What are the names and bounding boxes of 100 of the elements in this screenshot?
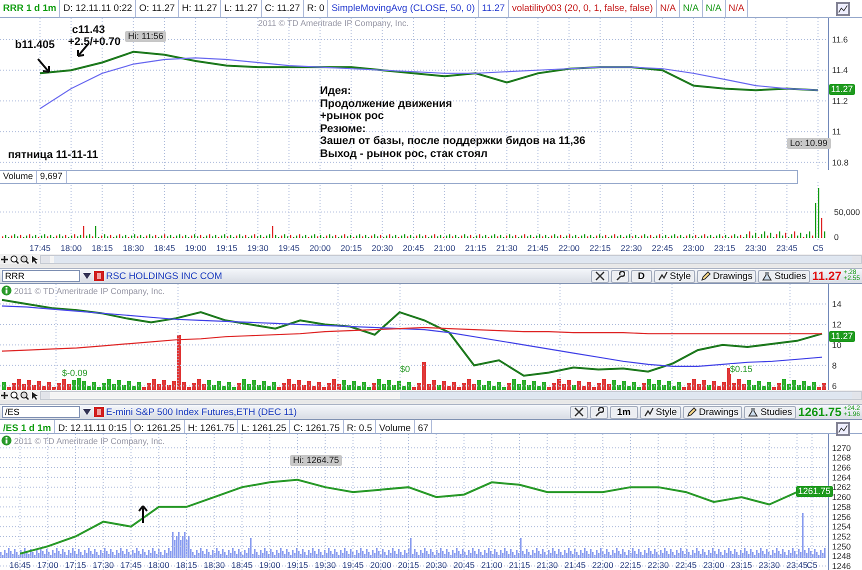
axis-label: 11 — [832, 126, 841, 137]
time-label: 17:45 — [29, 243, 51, 253]
quote-field: O: 11.27 — [136, 0, 179, 17]
axis-label: 1250 — [832, 541, 851, 552]
axis-label: 10.8 — [832, 157, 849, 168]
price-annotation: b11.405 — [15, 39, 55, 51]
settings-button[interactable] — [610, 270, 629, 282]
copyright-text: 2011 © TD Ameritrade IP Company, Inc. — [14, 286, 165, 296]
time-label: 19:45 — [342, 560, 364, 570]
axis-label: 1264 — [832, 472, 851, 482]
chart-symbol-label: /ES 1 d 1m — [0, 420, 56, 433]
period-button[interactable]: 1m — [610, 406, 638, 418]
zoom-in-icon[interactable] — [10, 390, 19, 400]
chart-icon — [658, 271, 668, 281]
scissors-icon — [594, 271, 605, 281]
axis-label: 1262 — [832, 482, 851, 492]
time-label: 18:30 — [204, 560, 225, 570]
info-icon — [1, 285, 12, 296]
axis-label: 11.6 — [832, 34, 848, 44]
toolbar-button[interactable]: Style — [640, 406, 681, 418]
quote-field: 67 — [414, 420, 432, 433]
axis-label: 50,000 — [834, 207, 860, 217]
instrument-name-link[interactable]: E-mini S&P 500 Index Futures,ETH (DEC 11) — [106, 406, 297, 418]
copyright-text: 2011 © TD Ameritrade IP Company, Inc. — [258, 18, 409, 28]
symbol-field[interactable]: RRR — [2, 270, 80, 282]
note-text: Идея: — [320, 85, 352, 98]
zoom-out-icon[interactable] — [20, 390, 29, 400]
settings-button[interactable] — [590, 406, 608, 418]
study-label: volatility003 (20, 0, 1, false, false) — [508, 0, 657, 17]
axis-label: 1248 — [832, 551, 851, 562]
volume-label: Volume — [0, 171, 38, 183]
study-label: N/A — [680, 0, 703, 17]
toolbar-button[interactable]: Studies — [744, 406, 796, 418]
time-label: 23:00 — [682, 243, 704, 253]
arrow-icon — [138, 504, 148, 524]
time-label: 22:45 — [652, 243, 674, 253]
zoom-out-icon[interactable] — [20, 254, 29, 264]
pencil-icon — [700, 271, 711, 281]
axis-label: 8 — [832, 360, 837, 370]
axis-label: 1266 — [832, 462, 851, 472]
zoom-in-icon[interactable] — [10, 254, 19, 264]
price-annotation: c11.43 — [72, 24, 106, 36]
time-label: 22:45 — [675, 560, 697, 570]
study-label: SimpleMovingAvg (CLOSE, 50, 0) — [328, 0, 479, 17]
study-label: N/A — [702, 0, 726, 17]
time-label: 19:30 — [314, 560, 336, 570]
study-label: 11.27 — [478, 0, 509, 17]
axis-label: 1270 — [832, 442, 851, 453]
instrument-name-link[interactable]: RSC HOLDINGS INC COM — [106, 270, 222, 282]
quote-field: C: 1261.75 — [290, 420, 344, 433]
quote-field: D: 12.11.11 0:15 — [55, 420, 131, 433]
time-label: 21:45 — [527, 243, 549, 253]
toolbar-button[interactable]: Studies — [758, 270, 810, 282]
axis-label: 11.2 — [832, 96, 848, 106]
time-label: 20:45 — [402, 243, 424, 253]
axis-label: 1252 — [832, 532, 851, 542]
chart-icon — [836, 2, 850, 16]
axis-label: 1256 — [832, 512, 851, 522]
axis-label: 1260 — [832, 492, 851, 502]
time-label: C5 — [806, 560, 818, 570]
axis-label: 6 — [832, 380, 837, 390]
time-label: 23:45 — [786, 560, 808, 570]
scrollbar[interactable] — [40, 254, 862, 264]
time-label: 17:30 — [92, 560, 114, 570]
time-label: 22:00 — [592, 560, 614, 570]
symbol-field[interactable]: /ES — [2, 406, 80, 418]
cursor-icon[interactable] — [30, 254, 39, 264]
note-text: Резюме: — [320, 122, 367, 136]
time-label: 16:45 — [9, 560, 31, 570]
time-label: 23:30 — [745, 243, 766, 253]
note-text: +рынок рос — [320, 110, 385, 123]
time-label: 18:00 — [60, 243, 82, 253]
time-label: 20:00 — [309, 243, 331, 253]
toolbar-button[interactable]: Style — [654, 270, 695, 282]
high-price-tag: Hi: 11:56 — [125, 31, 166, 42]
time-label: 23:45 — [776, 243, 798, 253]
quote-field: H: 11.27 — [178, 0, 222, 17]
time-label: 20:15 — [398, 560, 420, 570]
quote-field: R: 0 — [304, 0, 328, 17]
dividend-label: $-0.09 — [62, 368, 88, 378]
time-label: 23:15 — [714, 243, 736, 253]
period-button[interactable]: D — [630, 270, 652, 282]
quote-field: L: 1261.25 — [238, 420, 290, 433]
quote-field: O: 1261.25 — [130, 420, 185, 433]
quote-field: D: 12.11.11 0:22 — [60, 0, 136, 17]
high-price-tag: Hi: 1264.75 — [290, 455, 342, 466]
note-text: Продолжение движения — [320, 98, 454, 110]
toolbar-button[interactable]: Drawings — [682, 406, 742, 418]
time-label: 23:00 — [703, 560, 724, 570]
axis-label: 14 — [832, 298, 842, 309]
time-label: 17:15 — [64, 560, 86, 570]
time-label: 19:00 — [259, 560, 280, 570]
toolbar-button[interactable]: Drawings — [696, 270, 756, 282]
time-label: 18:15 — [92, 243, 113, 253]
last-price-tag: 1261.75 — [796, 486, 833, 497]
plus-icon[interactable] — [0, 254, 9, 264]
scrollbar[interactable] — [40, 390, 862, 400]
date-annotation: пятница 11-11-11 — [8, 149, 98, 161]
cursor-icon[interactable] — [30, 390, 39, 400]
plus-icon[interactable] — [0, 390, 9, 400]
